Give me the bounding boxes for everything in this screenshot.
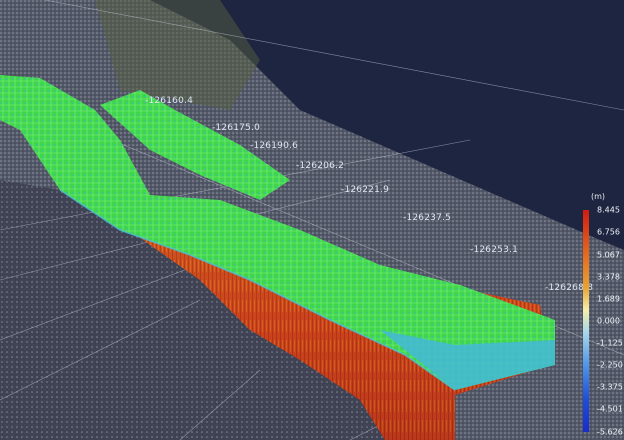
terrain-points	[0, 0, 624, 440]
axis-label-6: -126237.5	[403, 213, 451, 223]
axis-label-3: -126190.6	[250, 141, 298, 151]
axis-label-7: -126253.1	[470, 245, 518, 255]
legend-unit: (m)	[591, 192, 606, 201]
legend-tick-4: 3.378	[597, 272, 620, 282]
legend-tick-11: -5.626	[597, 427, 623, 437]
legend-tick-8: -2.250	[597, 360, 623, 370]
legend-tick-3: 5.067	[597, 250, 620, 260]
legend-color-bar	[583, 210, 589, 432]
axis-label-2: -126175.0	[212, 123, 260, 133]
legend-tick-2: 6.756	[597, 227, 620, 237]
legend-tick-7: -1.125	[597, 338, 623, 348]
axis-label-4: -126206.2	[296, 161, 344, 171]
axis-label-5: -126221.9	[341, 185, 389, 195]
point-cloud-scene[interactable]	[0, 0, 624, 440]
point-cloud-viewport[interactable]: -126160.4 -126175.0 -126190.6 -126206.2 …	[0, 0, 624, 440]
legend-tick-5: 1.689	[597, 294, 620, 304]
axis-label-1: -126160.4	[145, 96, 193, 106]
legend-tick-10: -4.501	[597, 404, 623, 414]
legend-tick-6: 0.000	[597, 316, 620, 326]
elevation-legend: (m) 8.445 6.756 5.067 3.378 1.689 0.000 …	[583, 192, 623, 437]
legend-tick-9: -3.375	[597, 382, 623, 392]
legend-tick-1: 8.445	[597, 205, 620, 215]
